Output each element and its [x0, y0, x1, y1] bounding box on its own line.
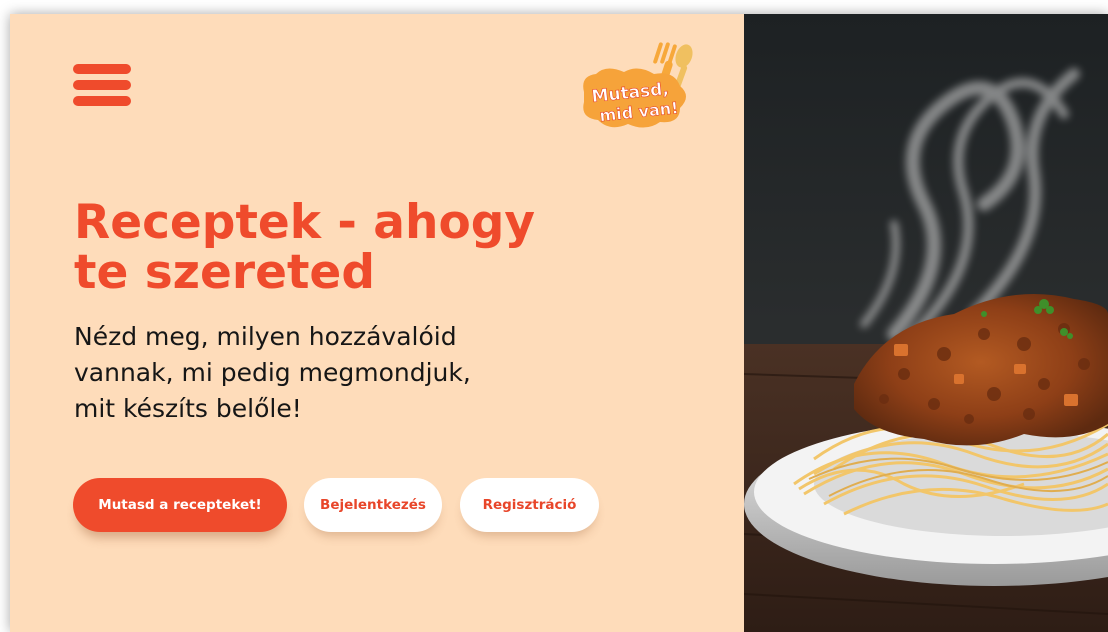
- subtitle-line-1: Nézd meg, milyen hozzávalóid: [74, 322, 457, 351]
- menu-bar-top: [73, 64, 131, 74]
- spaghetti-photo: [744, 14, 1108, 632]
- page-subtitle: Nézd meg, milyen hozzávalóid vannak, mi …: [74, 319, 634, 427]
- title-line-1: Receptek - ahogy: [74, 195, 536, 250]
- subtitle-line-2: vannak, mi pedig megmondjuk,: [74, 358, 471, 387]
- login-button[interactable]: Bejelentkezés: [304, 478, 442, 532]
- title-line-2: te szereted: [74, 245, 375, 300]
- hamburger-menu-icon[interactable]: [73, 62, 131, 108]
- show-recipes-button[interactable]: Mutasd a recepteket!: [73, 478, 287, 532]
- menu-bar-bottom: [73, 96, 131, 106]
- page-title: Receptek - ahogy te szereted: [74, 198, 714, 298]
- subtitle-line-3: mit készíts belőle!: [74, 394, 302, 423]
- register-button[interactable]: Regisztráció: [460, 478, 599, 532]
- menu-bar-middle: [73, 80, 131, 90]
- hero-panel: Mutasd, mid van! Receptek - ahogy te sze…: [10, 14, 744, 632]
- brand-logo[interactable]: Mutasd, mid van!: [576, 40, 696, 128]
- app-window: Mutasd, mid van! Receptek - ahogy te sze…: [10, 14, 1108, 632]
- hero-image-spaghetti-bolognese: [744, 14, 1108, 632]
